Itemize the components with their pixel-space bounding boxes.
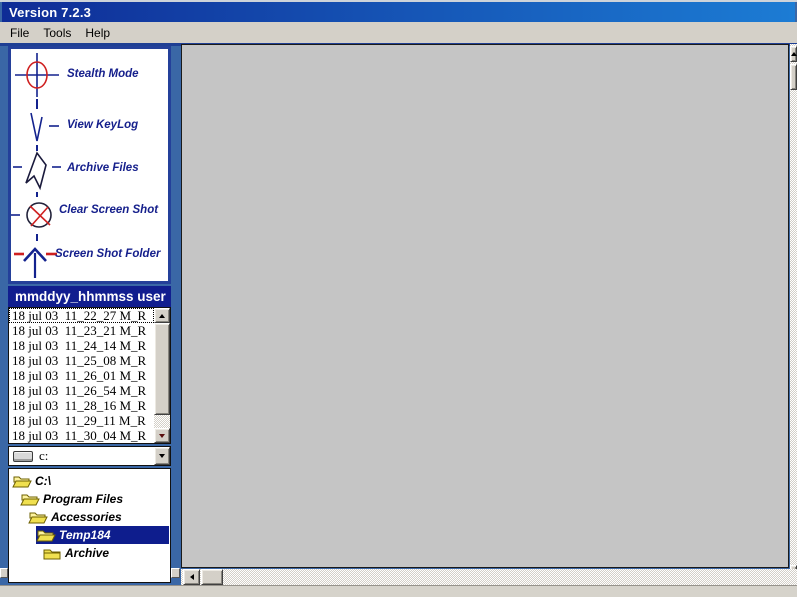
tree-item-accessories[interactable]: Accessories xyxy=(28,508,169,526)
title-bar[interactable]: Version 7.2.3 xyxy=(2,2,795,22)
tree-item-label: Accessories xyxy=(51,510,122,524)
log-scroll-up-button[interactable] xyxy=(154,308,170,323)
horizontal-scrollbar-thumb[interactable] xyxy=(201,569,223,585)
tree-item-archive[interactable]: Archive xyxy=(42,544,169,562)
circle-cross-icon[interactable] xyxy=(11,197,63,233)
window-title: Version 7.2.3 xyxy=(9,5,91,20)
tree-item-label: Temp184 xyxy=(59,528,111,542)
drive-selector-value: c: xyxy=(39,448,48,464)
window-bottom-frame xyxy=(0,585,797,597)
horizontal-scrollbar-track[interactable] xyxy=(181,569,797,585)
connector-dashed-line xyxy=(36,99,38,109)
tree-item-label: C:\ xyxy=(35,474,51,488)
log-entry[interactable]: 18 jul 03 11_22_27 M_R xyxy=(9,308,154,323)
folder-tree: C:\ Program Files Accessories xyxy=(8,468,171,583)
sidebar-actions-panel: Stealth Mode View KeyLog Archive Files xyxy=(8,46,171,284)
log-entry[interactable]: 18 jul 03 11_26_01 M_R xyxy=(9,368,154,383)
vertical-scrollbar[interactable] xyxy=(790,44,797,585)
action-stealth-mode-label[interactable]: Stealth Mode xyxy=(67,68,139,80)
menu-file[interactable]: File xyxy=(3,24,36,42)
tree-item-c-drive[interactable]: C:\ xyxy=(12,472,169,490)
log-entry[interactable]: 18 jul 03 11_28_16 M_R xyxy=(9,398,154,413)
app-window: Version 7.2.3 File Tools Help Stealth Mo… xyxy=(0,0,797,597)
action-view-keylog-label[interactable]: View KeyLog xyxy=(67,119,138,131)
log-scroll-down-button[interactable] xyxy=(154,428,170,443)
vertical-scrollbar-thumb[interactable] xyxy=(790,64,797,90)
tree-item-label: Program Files xyxy=(43,492,123,506)
keylog-check-icon[interactable] xyxy=(23,110,63,144)
drive-icon xyxy=(13,451,33,462)
scroll-up-button[interactable] xyxy=(790,46,797,62)
action-screenshot-folder-label[interactable]: Screen Shot Folder xyxy=(55,248,160,260)
crosshair-icon[interactable] xyxy=(13,53,61,97)
tree-item-temp184[interactable]: Temp184 xyxy=(36,526,169,544)
log-entry[interactable]: 18 jul 03 11_29_11 M_R xyxy=(9,413,154,428)
arrowhead-icon[interactable] xyxy=(13,151,61,191)
open-folder-icon xyxy=(12,474,32,489)
vertical-scrollbar-track[interactable] xyxy=(790,44,797,585)
tree-item-program-files[interactable]: Program Files xyxy=(20,490,169,508)
log-entry[interactable]: 18 jul 03 11_25_08 M_R xyxy=(9,353,154,368)
frame-notch xyxy=(0,568,8,578)
frame-notch xyxy=(171,568,180,578)
log-list-header: mmddyy_hhmmss user xyxy=(8,286,171,307)
open-folder-icon xyxy=(28,510,48,525)
menu-tools[interactable]: Tools xyxy=(36,24,78,42)
log-entry[interactable]: 18 jul 03 11_26_54 M_R xyxy=(9,383,154,398)
main-content-area[interactable] xyxy=(181,44,789,568)
menu-help[interactable]: Help xyxy=(78,24,117,42)
tree-item-label: Archive xyxy=(65,546,109,560)
menu-bar: File Tools Help xyxy=(0,22,797,43)
action-clear-screenshot-label[interactable]: Clear Screen Shot xyxy=(59,204,158,216)
open-folder-icon xyxy=(36,528,56,543)
log-list: 18 jul 03 11_22_27 M_R 18 jul 03 11_23_2… xyxy=(8,307,171,444)
drive-selector[interactable]: c: xyxy=(8,446,171,466)
log-scrollbar-thumb[interactable] xyxy=(154,323,170,415)
log-entry[interactable]: 18 jul 03 11_23_21 M_R xyxy=(9,323,154,338)
log-entry[interactable]: 18 jul 03 11_30_04 M_R xyxy=(9,428,154,443)
action-archive-files-label[interactable]: Archive Files xyxy=(67,162,139,174)
closed-folder-icon xyxy=(42,546,62,561)
scroll-left-button[interactable] xyxy=(183,569,200,585)
connector-dashed-line xyxy=(36,234,38,241)
drive-dropdown-button[interactable] xyxy=(154,447,170,465)
open-folder-icon xyxy=(20,492,40,507)
log-entry[interactable]: 18 jul 03 11_24_14 M_R xyxy=(9,338,154,353)
horizontal-scrollbar[interactable] xyxy=(181,569,797,585)
